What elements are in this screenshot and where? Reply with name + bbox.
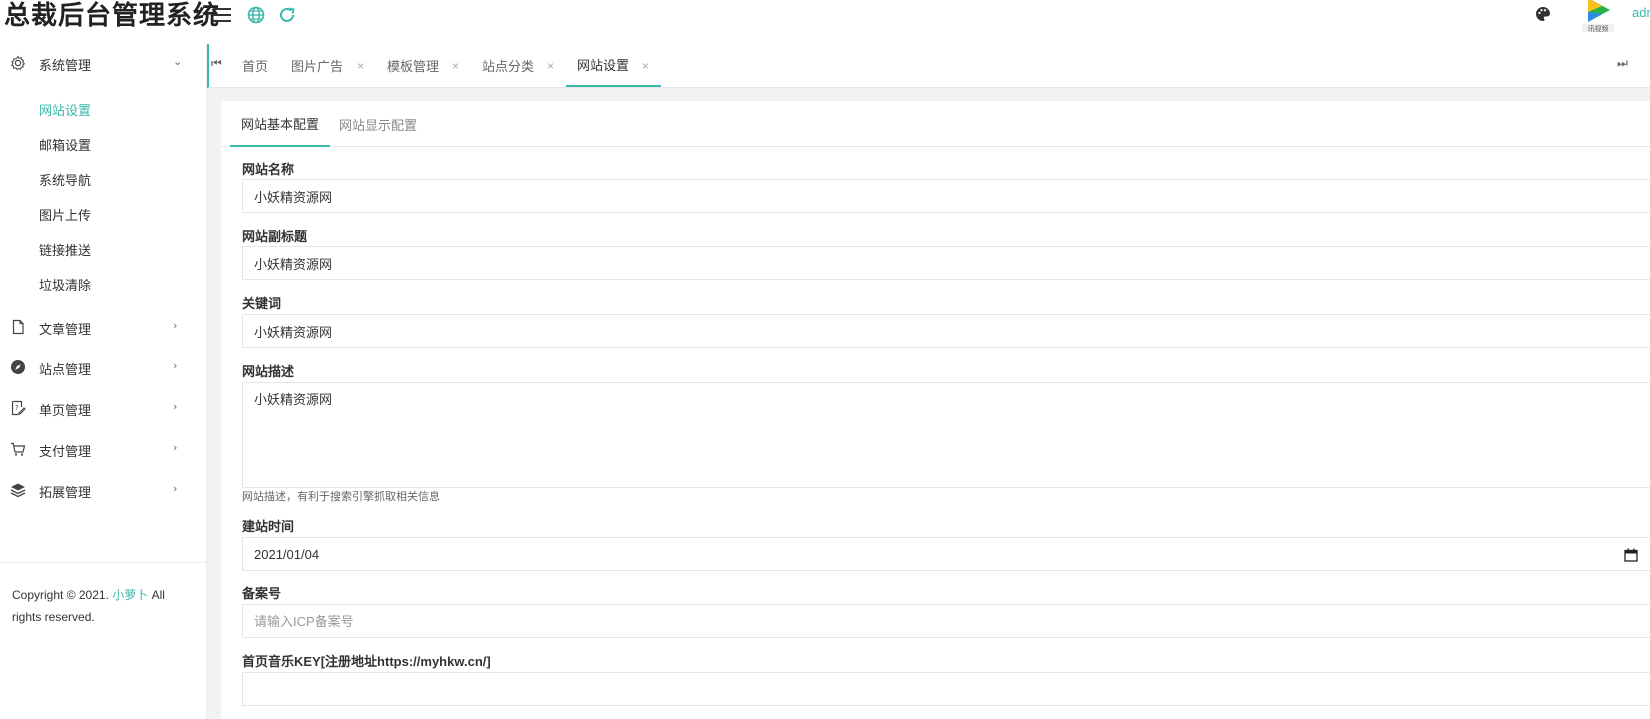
sidebar-group-label: 站点管理: [39, 362, 92, 377]
subtitle-input[interactable]: [242, 246, 1650, 280]
tab-label: 模板管理: [387, 59, 440, 74]
close-icon[interactable]: ×: [452, 59, 459, 73]
sidebar-group-label: 系统管理: [39, 58, 92, 73]
refresh-icon[interactable]: [276, 4, 298, 26]
compass-icon: [10, 359, 28, 377]
icp-input[interactable]: [242, 604, 1650, 638]
sidebar-item-system-nav[interactable]: 系统导航: [39, 170, 91, 189]
subtab-display-config[interactable]: 网站显示配置: [328, 101, 428, 147]
keywords-input[interactable]: [242, 314, 1650, 348]
sidebar-divider: [0, 562, 206, 563]
music-key-label: 首页音乐KEY[注册地址https://myhkw.cn/]: [242, 654, 491, 669]
chevron-right-icon: ›: [173, 482, 178, 495]
top-header: 总裁后台管理系统 讯视频 adm: [0, 0, 1650, 44]
chevron-right-icon: ›: [173, 441, 178, 454]
settings-card: 网站基本配置 网站显示配置 网站名称 网站副标题 关键词 网站描述 小妖精资源网…: [221, 101, 1650, 719]
svg-text:?: ?: [15, 404, 19, 412]
build-date-label: 建站时间: [242, 519, 295, 534]
sidebar-group-label: 拓展管理: [39, 485, 92, 500]
sidebar-item-trash-clean[interactable]: 垃圾清除: [39, 275, 91, 294]
copyright-text: Copyright © 2021. 小萝卜 All rights reserve…: [12, 584, 192, 628]
sidebar-item-email-settings[interactable]: 邮箱设置: [39, 135, 91, 154]
tab-label: 首页: [242, 59, 269, 74]
site-name-input[interactable]: [242, 179, 1650, 213]
sidebar: 系统管理 ⌄ 网站设置 邮箱设置 系统导航 图片上传 链接推送 垃圾清除 文章管…: [0, 44, 207, 719]
close-icon[interactable]: ×: [642, 59, 649, 73]
file-icon: [10, 319, 28, 337]
globe-icon[interactable]: [245, 4, 267, 26]
settings-subtabs: 网站基本配置 网站显示配置: [221, 101, 1650, 147]
tab-label: 图片广告: [291, 59, 344, 74]
description-help-text: 网站描述，有利于搜索引擎抓取相关信息: [242, 491, 440, 503]
copyright-prefix: Copyright © 2021.: [12, 588, 113, 602]
icp-label: 备案号: [242, 586, 282, 601]
page-edit-icon: ?: [10, 400, 28, 418]
tab-image-ads[interactable]: 图片广告 ×: [291, 44, 371, 87]
build-date-input[interactable]: [242, 537, 1650, 571]
close-icon[interactable]: ×: [357, 59, 364, 73]
admin-username[interactable]: adm: [1632, 5, 1650, 20]
sidebar-group-articles[interactable]: 文章管理 ›: [0, 308, 206, 348]
tab-site-settings[interactable]: 网站设置 ×: [566, 44, 661, 87]
keywords-label: 关键词: [242, 296, 282, 311]
chevron-right-icon: ›: [173, 400, 178, 413]
chevron-right-icon: ›: [173, 319, 178, 332]
brand-title: 总裁后台管理系统: [4, 1, 221, 31]
site-name-label: 网站名称: [242, 162, 295, 177]
tab-label: 网站设置: [577, 58, 630, 73]
sidebar-item-site-settings[interactable]: 网站设置: [39, 100, 91, 119]
sidebar-group-label: 单页管理: [39, 403, 92, 418]
cart-icon: [10, 441, 28, 459]
sidebar-group-sites[interactable]: 站点管理 ›: [0, 348, 206, 388]
music-key-input[interactable]: [242, 672, 1650, 706]
description-label: 网站描述: [242, 364, 295, 379]
sidebar-group-extensions[interactable]: 拓展管理 ›: [0, 471, 206, 511]
theme-palette-icon[interactable]: [1532, 3, 1554, 25]
sidebar-item-image-upload[interactable]: 图片上传: [39, 205, 91, 224]
chevron-down-icon: ⌄: [173, 55, 183, 68]
sidebar-group-label: 支付管理: [39, 444, 92, 459]
sidebar-group-system[interactable]: 系统管理 ⌄: [0, 44, 206, 84]
description-textarea[interactable]: 小妖精资源网: [242, 382, 1650, 488]
sidebar-item-link-push[interactable]: 链接推送: [39, 240, 91, 259]
svg-text:讯视频: 讯视频: [1588, 24, 1609, 33]
tab-home[interactable]: 首页: [242, 44, 268, 87]
avatar[interactable]: 讯视频: [1580, 0, 1616, 36]
subtitle-label: 网站副标题: [242, 229, 308, 244]
chevron-right-icon: ›: [173, 359, 178, 372]
sidebar-group-pages[interactable]: ? 单页管理 ›: [0, 389, 206, 429]
menu-fold-icon[interactable]: [211, 4, 233, 26]
copyright-author-link[interactable]: 小萝卜: [112, 588, 148, 602]
tab-templates[interactable]: 模板管理 ×: [387, 44, 467, 87]
sidebar-group-label: 文章管理: [39, 322, 92, 337]
tab-label: 站点分类: [482, 59, 535, 74]
subtab-basic-config[interactable]: 网站基本配置: [230, 101, 331, 147]
tab-site-categories[interactable]: 站点分类 ×: [482, 44, 562, 87]
gear-icon: [10, 55, 28, 73]
sidebar-group-payment[interactable]: 支付管理 ›: [0, 430, 206, 470]
tabs-scroll-left-icon[interactable]: ⏮: [211, 56, 222, 71]
tabs-scroll-right-icon[interactable]: ⏭: [1617, 56, 1628, 71]
page-tabs-bar: ⏮ 首页 图片广告 × 模板管理 × 站点分类 × 网站设置 × ⏭: [207, 44, 1650, 88]
layers-icon: [10, 482, 28, 500]
close-icon[interactable]: ×: [547, 59, 554, 73]
calendar-icon[interactable]: [1624, 547, 1638, 562]
